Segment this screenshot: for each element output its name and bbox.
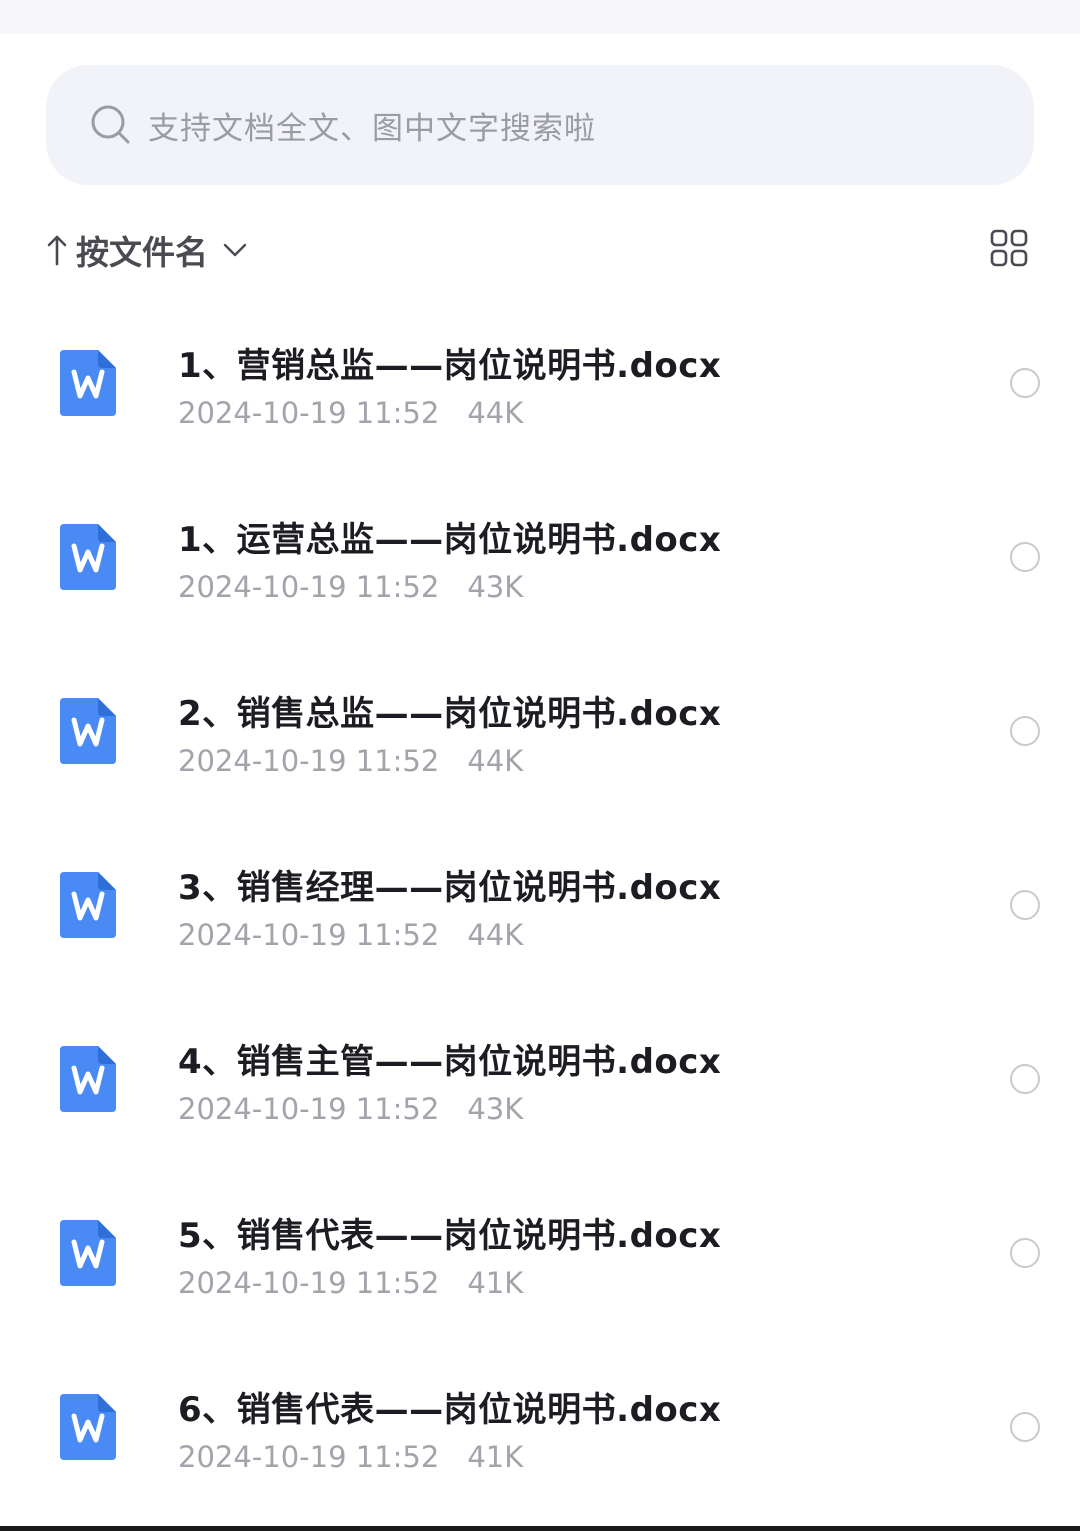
file-row[interactable]: 5、销售代表——岗位说明书.docx 2024-10-19 11:52 41K bbox=[0, 1166, 1080, 1340]
file-size: 41K bbox=[467, 1440, 524, 1474]
file-date: 2024-10-19 11:52 bbox=[178, 1266, 440, 1300]
file-meta: 2024-10-19 11:52 43K bbox=[178, 570, 523, 604]
file-date: 2024-10-19 11:52 bbox=[178, 918, 440, 952]
file-name: 4、销售主管——岗位说明书.docx bbox=[178, 1042, 722, 1082]
word-doc-icon bbox=[58, 522, 118, 592]
word-doc-icon bbox=[58, 348, 118, 418]
select-radio[interactable] bbox=[1010, 368, 1040, 398]
search-input[interactable]: 支持文档全文、图中文字搜索啦 bbox=[46, 65, 1034, 185]
file-name: 2、销售总监——岗位说明书.docx bbox=[178, 694, 722, 734]
file-size: 43K bbox=[467, 1092, 524, 1126]
grid-view-icon[interactable] bbox=[989, 228, 1029, 268]
file-meta: 2024-10-19 11:52 43K bbox=[178, 1092, 523, 1126]
file-date: 2024-10-19 11:52 bbox=[178, 744, 440, 778]
select-radio[interactable] bbox=[1010, 1412, 1040, 1442]
bottom-border bbox=[0, 1526, 1080, 1531]
file-row[interactable]: 3、销售经理——岗位说明书.docx 2024-10-19 11:52 44K bbox=[0, 818, 1080, 992]
arrow-up-icon bbox=[46, 233, 68, 267]
file-row[interactable]: 4、销售主管——岗位说明书.docx 2024-10-19 11:52 43K bbox=[0, 992, 1080, 1166]
file-size: 44K bbox=[467, 744, 524, 778]
file-meta: 2024-10-19 11:52 44K bbox=[178, 744, 523, 778]
file-date: 2024-10-19 11:52 bbox=[178, 396, 440, 430]
file-date: 2024-10-19 11:52 bbox=[178, 1092, 440, 1126]
file-size: 44K bbox=[467, 918, 524, 952]
file-size: 41K bbox=[467, 1266, 524, 1300]
select-radio[interactable] bbox=[1010, 1064, 1040, 1094]
file-meta: 2024-10-19 11:52 41K bbox=[178, 1440, 523, 1474]
word-doc-icon bbox=[58, 696, 118, 766]
file-size: 44K bbox=[467, 396, 524, 430]
file-name: 1、营销总监——岗位说明书.docx bbox=[178, 346, 722, 386]
sort-label: 按文件名 bbox=[76, 233, 208, 272]
file-size: 43K bbox=[467, 570, 524, 604]
file-date: 2024-10-19 11:52 bbox=[178, 1440, 440, 1474]
word-doc-icon bbox=[58, 1044, 118, 1114]
file-row[interactable]: 2、销售总监——岗位说明书.docx 2024-10-19 11:52 44K bbox=[0, 644, 1080, 818]
file-meta: 2024-10-19 11:52 44K bbox=[178, 396, 523, 430]
file-name: 6、销售代表——岗位说明书.docx bbox=[178, 1390, 722, 1430]
top-strip bbox=[0, 0, 1080, 34]
select-radio[interactable] bbox=[1010, 542, 1040, 572]
file-date: 2024-10-19 11:52 bbox=[178, 570, 440, 604]
word-doc-icon bbox=[58, 1392, 118, 1462]
search-placeholder: 支持文档全文、图中文字搜索啦 bbox=[148, 110, 596, 147]
word-doc-icon bbox=[58, 1218, 118, 1288]
file-meta: 2024-10-19 11:52 41K bbox=[178, 1266, 523, 1300]
word-doc-icon bbox=[58, 870, 118, 940]
file-meta: 2024-10-19 11:52 44K bbox=[178, 918, 523, 952]
file-name: 5、销售代表——岗位说明书.docx bbox=[178, 1216, 722, 1256]
select-radio[interactable] bbox=[1010, 716, 1040, 746]
file-name: 3、销售经理——岗位说明书.docx bbox=[178, 868, 722, 908]
file-row[interactable]: 6、销售代表——岗位说明书.docx 2024-10-19 11:52 41K bbox=[0, 1340, 1080, 1514]
search-icon bbox=[90, 104, 132, 146]
file-row[interactable]: 1、营销总监——岗位说明书.docx 2024-10-19 11:52 44K bbox=[0, 296, 1080, 470]
select-radio[interactable] bbox=[1010, 890, 1040, 920]
sort-by-name-button[interactable]: 按文件名 bbox=[46, 222, 248, 278]
select-radio[interactable] bbox=[1010, 1238, 1040, 1268]
chevron-down-icon bbox=[222, 242, 248, 258]
file-row[interactable]: 1、运营总监——岗位说明书.docx 2024-10-19 11:52 43K bbox=[0, 470, 1080, 644]
file-name: 1、运营总监——岗位说明书.docx bbox=[178, 520, 722, 560]
